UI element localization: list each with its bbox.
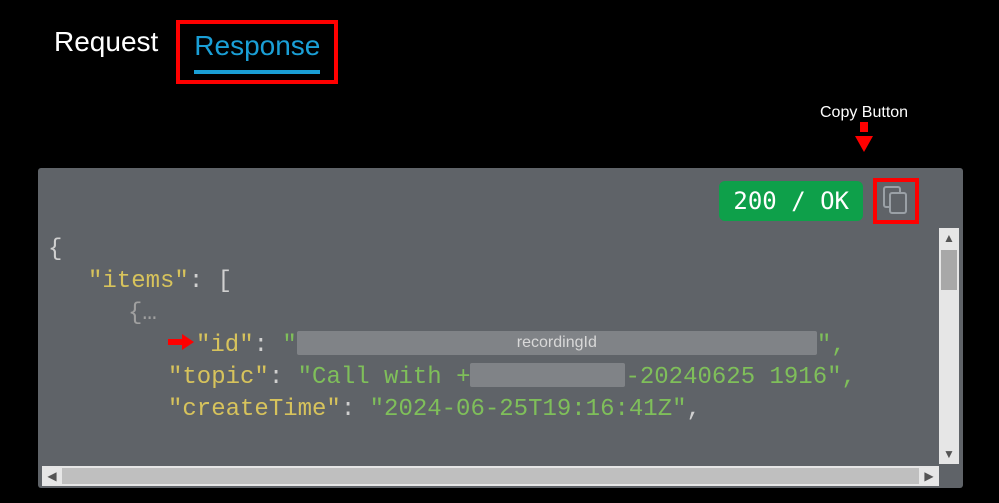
code-key-createtime: "createTime" [168, 396, 341, 423]
horizontal-scrollbar[interactable]: ◀ ▶ [42, 466, 939, 486]
tabs: Request Response [0, 0, 999, 84]
code-punc: , [687, 396, 701, 423]
annotation-copy-highlight [873, 178, 919, 224]
vertical-scrollbar[interactable]: ▲ ▼ [939, 228, 959, 464]
redacted-label: recordingId [517, 327, 597, 359]
annotation-arrow-id [168, 335, 194, 349]
code-str-topic-post: -20240625 1916", [625, 364, 855, 391]
response-body-code[interactable]: {"items": [{…"id": "recordingId","topic"… [48, 234, 937, 464]
scroll-thumb-h[interactable] [62, 468, 919, 484]
copy-icon[interactable] [883, 186, 909, 216]
code-punc: : [254, 332, 283, 359]
scroll-right-icon[interactable]: ▶ [919, 466, 939, 486]
tab-response[interactable]: Response [188, 26, 326, 68]
code-str-tail: ", [817, 332, 846, 359]
redacted-recording-id: recordingId [297, 331, 817, 355]
code-brace-open: { [48, 236, 62, 263]
annotation-response-highlight: Response [176, 20, 338, 84]
annotation-arrow-head [855, 136, 873, 152]
code-inner-open: {… [128, 300, 157, 327]
code-str-topic-pre: "Call with + [298, 364, 471, 391]
redacted-phone [470, 363, 625, 387]
code-key-id: "id" [196, 332, 254, 359]
annotation-copy-label: Copy Button [820, 104, 908, 122]
code-punc: : [341, 396, 370, 423]
code-key-items: "items" [88, 268, 189, 295]
tab-active-underline [194, 70, 320, 74]
scroll-up-icon[interactable]: ▲ [939, 228, 959, 248]
response-panel: 200 / OK {"items": [{…"id": "recordingId… [38, 168, 963, 488]
code-punc: : [ [189, 268, 232, 295]
status-row: 200 / OK [719, 178, 919, 224]
code-punc: : [269, 364, 298, 391]
code-key-topic: "topic" [168, 364, 269, 391]
scroll-down-icon[interactable]: ▼ [939, 444, 959, 464]
scroll-left-icon[interactable]: ◀ [42, 466, 62, 486]
code-str-createtime: "2024-06-25T19:16:41Z" [370, 396, 687, 423]
annotation-arrow-stem [860, 122, 868, 132]
tab-request[interactable]: Request [40, 20, 172, 68]
status-badge: 200 / OK [719, 181, 863, 221]
code-str-quote: " [282, 332, 296, 359]
scroll-thumb-v[interactable] [941, 250, 957, 290]
annotation-copy-button: Copy Button [820, 104, 908, 152]
